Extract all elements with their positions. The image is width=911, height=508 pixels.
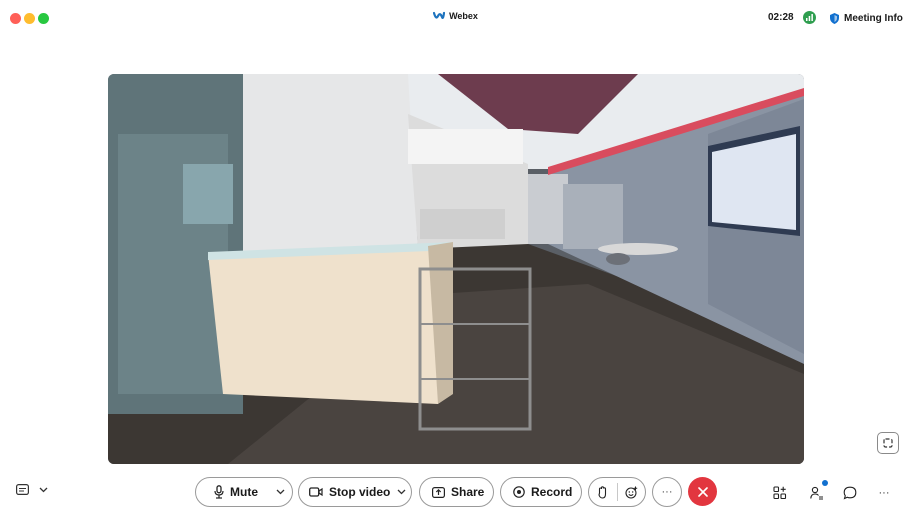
reactions-button[interactable] [618, 486, 646, 499]
meeting-info-button[interactable]: Meeting Info [830, 10, 903, 26]
chat-icon [843, 486, 857, 500]
participants-button[interactable] [808, 480, 828, 502]
overflow-menu-button[interactable]: ··· [875, 484, 893, 502]
notification-badge [822, 480, 828, 486]
mute-button[interactable]: Mute [196, 485, 258, 499]
mute-control: Mute [195, 477, 293, 507]
network-signal-icon[interactable] [803, 11, 816, 24]
more-options-button[interactable]: ··· [652, 477, 682, 507]
app-title-text: Webex [449, 11, 478, 21]
captions-button[interactable] [16, 484, 48, 495]
meeting-info-label: Meeting Info [844, 12, 903, 24]
shield-icon [830, 12, 839, 24]
share-screen-icon [432, 486, 445, 498]
stop-video-button[interactable]: Stop video [299, 485, 390, 499]
apps-button[interactable] [771, 484, 789, 502]
apps-icon [773, 486, 787, 500]
more-options-icon: ··· [661, 486, 673, 498]
title-bar: Webex 02:28 Meeting Info [0, 0, 911, 38]
microphone-icon [214, 485, 224, 499]
chevron-down-icon[interactable] [276, 489, 285, 495]
stop-video-label: Stop video [329, 485, 391, 499]
video-control: Stop video [298, 477, 412, 507]
video-feed [108, 74, 804, 464]
share-button[interactable]: Share [419, 477, 494, 507]
meeting-controls-toolbar: Mute Stop video Share Record ··· ··· [0, 474, 911, 508]
raise-hand-button[interactable] [589, 485, 617, 499]
picture-in-picture-icon [883, 438, 893, 448]
end-call-button[interactable] [688, 477, 717, 506]
chevron-down-icon[interactable] [397, 489, 406, 495]
participants-icon [810, 486, 823, 500]
more-options-icon: ··· [878, 487, 890, 499]
raise-hand-icon [598, 485, 607, 499]
picture-in-picture-button[interactable] [877, 432, 899, 454]
closed-captions-icon [16, 484, 29, 495]
camera-icon [309, 487, 323, 497]
record-button[interactable]: Record [500, 477, 582, 507]
record-icon [513, 486, 525, 498]
emoji-icon [625, 486, 637, 499]
chevron-down-icon[interactable] [39, 487, 48, 493]
reactions-group [588, 477, 646, 507]
share-label: Share [451, 485, 485, 499]
close-icon [697, 486, 708, 497]
record-label: Record [531, 485, 573, 499]
chat-button[interactable] [841, 484, 859, 502]
mute-label: Mute [230, 485, 258, 499]
webex-logo-icon [432, 11, 446, 23]
meeting-timer: 02:28 [768, 12, 794, 23]
